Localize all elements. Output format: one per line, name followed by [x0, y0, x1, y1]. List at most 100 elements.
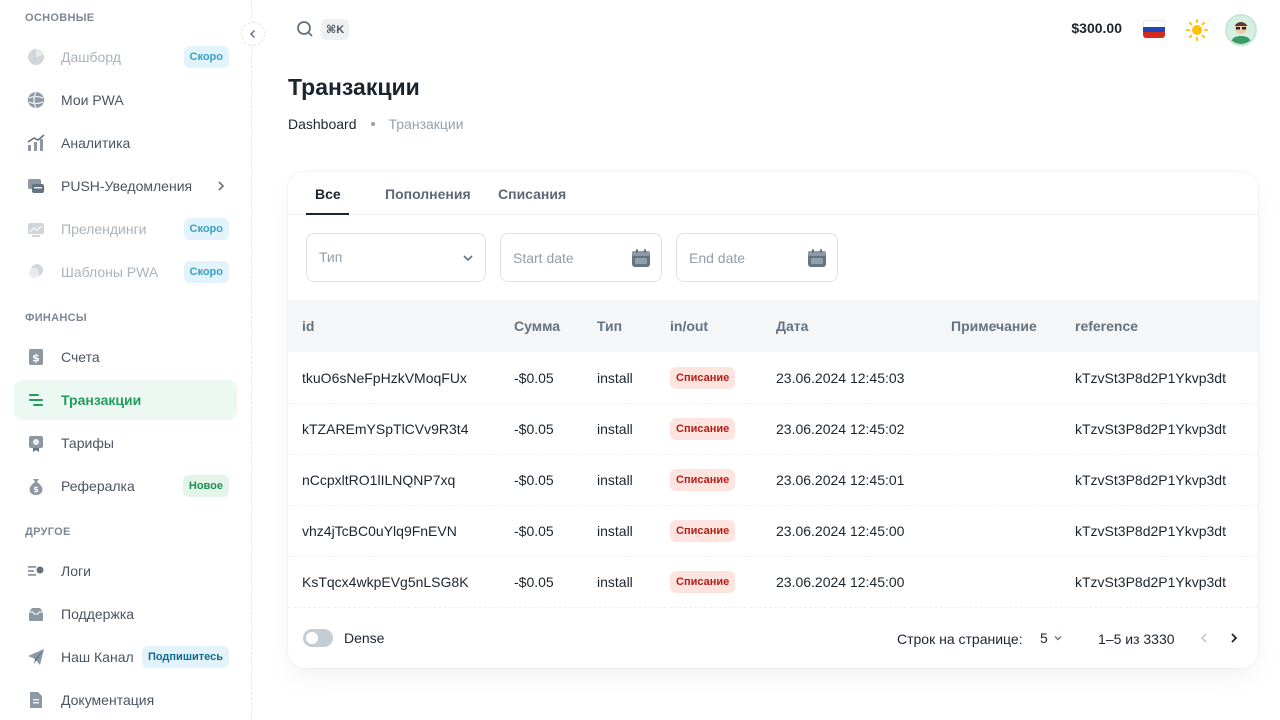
theme-toggle-sun-icon[interactable]: [1185, 18, 1209, 47]
chevron-left-icon: [249, 29, 256, 39]
push-icon: [25, 175, 47, 197]
svg-text:$: $: [32, 352, 40, 365]
rows-per-page-select[interactable]: 5: [1040, 630, 1064, 646]
type-select[interactable]: Тип: [306, 233, 486, 282]
russian-flag-icon[interactable]: [1143, 20, 1165, 38]
sidebar-item-invoices[interactable]: $ Счета: [14, 337, 237, 377]
cell-reference: kTzvSt3P8d2P1Ykvp3dt: [1075, 472, 1226, 488]
breadcrumb-separator: [370, 122, 375, 126]
referral-icon: $: [25, 475, 47, 497]
next-page-button[interactable]: [1222, 626, 1246, 650]
sidebar-item-support[interactable]: Поддержка: [14, 594, 237, 634]
cell-reference: kTzvSt3P8d2P1Ykvp3dt: [1075, 370, 1226, 386]
tab-withdrawals[interactable]: Списания: [498, 186, 566, 202]
cell-date: 23.06.2024 12:45:01: [776, 472, 905, 488]
breadcrumb: Dashboard Транзакции: [288, 116, 464, 132]
sidebar-item-tariffs[interactable]: Тарифы: [14, 423, 237, 463]
sidebar-item-channel[interactable]: Наш Канал Подпишитесь: [14, 637, 237, 677]
sidebar-item-label: Дашборд: [61, 49, 121, 65]
sidebar-item-prelandings[interactable]: Прелендинги Скоро: [14, 209, 237, 249]
section-title-main: ОСНОВНЫЕ: [25, 12, 95, 24]
cell-id: tkuO6sNeFpHzkVMoqFUx: [302, 370, 467, 386]
sidebar-item-label: Транзакции: [61, 392, 142, 408]
section-title-other: ДРУГОЕ: [25, 526, 71, 538]
column-header-amount[interactable]: Сумма: [514, 318, 560, 334]
collapse-sidebar-button[interactable]: [241, 22, 265, 46]
page-title: Транзакции: [288, 74, 420, 100]
column-header-id[interactable]: id: [302, 318, 314, 334]
sidebar-item-logs[interactable]: Логи: [14, 551, 237, 591]
cell-id: vhz4jTcBC0uYlq9FnEVN: [302, 523, 457, 539]
sidebar-item-transactions[interactable]: Транзакции: [14, 380, 237, 420]
chevron-down-icon: [461, 251, 475, 270]
sidebar-item-label: Документация: [61, 692, 155, 708]
status-badge: Списание: [670, 367, 736, 389]
sidebar-item-my-pwa[interactable]: Мои PWA: [14, 80, 237, 120]
calendar-icon[interactable]: [807, 248, 827, 273]
tab-all[interactable]: Все: [315, 186, 341, 202]
column-header-note[interactable]: Примечание: [951, 318, 1037, 334]
sidebar-item-label: Прелендинги: [61, 221, 147, 237]
calendar-icon[interactable]: [631, 248, 651, 273]
table-row[interactable]: kTZAREmYSpTlCVv9R3t4 -$0.05 install Спис…: [288, 404, 1258, 455]
cell-reference: kTzvSt3P8d2P1Ykvp3dt: [1075, 574, 1226, 590]
start-date-input[interactable]: Start date: [500, 233, 662, 282]
previous-page-button[interactable]: [1192, 626, 1216, 650]
chevron-left-icon: [1200, 633, 1207, 643]
column-header-reference[interactable]: reference: [1075, 318, 1138, 334]
breadcrumb-dashboard-link[interactable]: Dashboard: [288, 116, 357, 132]
prelanding-icon: [25, 218, 47, 240]
sidebar-item-label: Тарифы: [61, 435, 114, 451]
soon-badge: Скоро: [183, 218, 229, 240]
cell-type: install: [597, 523, 633, 539]
sidebar-item-label: Счета: [61, 349, 100, 365]
pagination-range: 1–5 из 3330: [1098, 631, 1175, 647]
sidebar-item-push[interactable]: PUSH-Уведомления: [14, 166, 237, 206]
sidebar-item-referral[interactable]: $ Рефералка Новое: [14, 466, 237, 506]
section-title-finance: ФИНАНСЫ: [25, 312, 87, 324]
subscribe-badge[interactable]: Подпишитесь: [141, 646, 229, 668]
cell-id: nCcpxltRO1lILNQNP7xq: [302, 472, 456, 488]
support-icon: [25, 603, 47, 625]
analytics-icon: [25, 132, 47, 154]
sidebar-item-dashboard[interactable]: Дашборд Скоро: [14, 37, 237, 77]
sidebar-item-label: Аналитика: [61, 135, 131, 151]
cell-amount: -$0.05: [514, 523, 554, 539]
docs-icon: [25, 689, 47, 711]
transactions-icon: [25, 389, 47, 411]
avatar[interactable]: [1225, 14, 1257, 46]
column-header-inout[interactable]: in/out: [670, 318, 708, 334]
rows-per-page-label: Строк на странице:: [897, 631, 1023, 647]
sidebar-item-pwa-templates[interactable]: Шаблоны PWA Скоро: [14, 252, 237, 292]
cell-date: 23.06.2024 12:45:02: [776, 421, 905, 437]
cell-type: install: [597, 421, 633, 437]
sidebar-item-label: Шаблоны PWA: [61, 264, 159, 280]
sidebar-item-label: Мои PWA: [61, 92, 124, 108]
table-row[interactable]: KsTqcx4wkpEVg5nLSG8K -$0.05 install Спис…: [288, 557, 1258, 608]
dashboard-icon: [25, 46, 47, 68]
table-header: id Сумма Тип in/out Дата Примечание refe…: [288, 300, 1258, 352]
column-header-date[interactable]: Дата: [776, 318, 808, 334]
sidebar-item-analytics[interactable]: Аналитика: [14, 123, 237, 163]
table-footer: Dense Строк на странице: 5 1–5 из 3330: [288, 610, 1258, 668]
search-button[interactable]: [293, 17, 317, 41]
start-date-placeholder: Start date: [513, 250, 574, 266]
cell-reference: kTzvSt3P8d2P1Ykvp3dt: [1075, 523, 1226, 539]
table-row[interactable]: nCcpxltRO1lILNQNP7xq -$0.05 install Спис…: [288, 455, 1258, 506]
sidebar-item-label: Наш Канал: [61, 649, 134, 665]
cell-id: KsTqcx4wkpEVg5nLSG8K: [302, 574, 469, 590]
sidebar-item-docs[interactable]: Документация: [14, 680, 237, 720]
cell-amount: -$0.05: [514, 472, 554, 488]
table-row[interactable]: vhz4jTcBC0uYlq9FnEVN -$0.05 install Спис…: [288, 506, 1258, 557]
dense-toggle[interactable]: [303, 629, 333, 647]
cell-amount: -$0.05: [514, 370, 554, 386]
end-date-input[interactable]: End date: [676, 233, 838, 282]
chevron-right-icon: [215, 179, 227, 198]
cell-type: install: [597, 370, 633, 386]
tab-deposits[interactable]: Пополнения: [385, 186, 471, 202]
cell-date: 23.06.2024 12:45:03: [776, 370, 905, 386]
cell-amount: -$0.05: [514, 574, 554, 590]
new-badge: Новое: [182, 475, 229, 497]
table-row[interactable]: tkuO6sNeFpHzkVMoqFUx -$0.05 install Спис…: [288, 353, 1258, 404]
column-header-type[interactable]: Тип: [597, 318, 622, 334]
